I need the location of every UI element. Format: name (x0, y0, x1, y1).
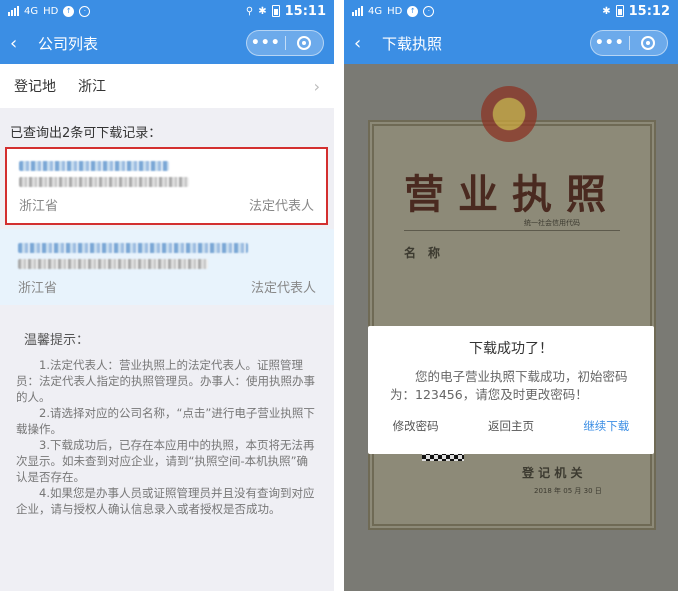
bluetooth-icon: ✱ (258, 5, 267, 17)
field-name-label: 名 称 (404, 246, 441, 260)
screen-company-list: 4G HD ↑ · ⚲ ✱ 15:11 ‹ 公司列表 ••• 登记地 浙江 › … (0, 0, 334, 591)
bluetooth-icon: ✱ (602, 5, 611, 17)
record-role: 法定代表人 (248, 199, 314, 214)
battery-icon (615, 5, 624, 17)
record-province: 浙江省 (19, 199, 59, 214)
result-count: 已查询出2条可下载记录： (10, 126, 162, 141)
nav-bar: ‹ 下载执照 ••• (344, 22, 678, 64)
region-selector[interactable]: 登记地 浙江 › (0, 64, 334, 108)
network-type: 4G (368, 5, 383, 17)
close-button[interactable] (630, 36, 668, 50)
status-time: 15:12 (628, 3, 670, 19)
nav-bar: ‹ 公司列表 ••• (0, 22, 334, 64)
company-record-1[interactable]: 浙江省 法定代表人 (5, 147, 328, 225)
location-icon: ⚲ (245, 5, 254, 17)
modal-overlay: 营业执照 统一社会信用代码 名 称 登 记 机 关 2018 年 05 月 30… (344, 64, 678, 591)
continue-download-button[interactable]: 继续下载 (583, 418, 629, 434)
more-options-icon[interactable]: ••• (247, 35, 285, 51)
tip-item: 3.下载成功后，已存在本应用中的执照，本页将无法再次显示。如未查到对应企业，请到… (16, 438, 315, 484)
back-icon[interactable]: ‹ (354, 33, 378, 54)
signal-icon (352, 6, 363, 16)
dialog-title: 下载成功了！ (469, 341, 553, 357)
record-role: 法定代表人 (250, 281, 316, 296)
credit-code-redacted (18, 259, 208, 269)
status-bar: 4G HD ↑ · ✱ 15:12 (344, 0, 678, 22)
registrar-label: 登 记 机 关 (522, 466, 583, 480)
credit-code-label: 统一社会信用代码 (524, 219, 580, 227)
hd-label: HD (387, 5, 403, 17)
page-title: 下载执照 (382, 34, 443, 53)
tip-item: 4.如果您是办事人员或证照管理员并且没有查询到对应企业，请与授权人确认信息录入或… (16, 486, 315, 516)
divider (404, 230, 620, 231)
close-button[interactable] (286, 36, 324, 50)
tip-item: 2.请选择对应的公司名称，“点击”进行电子营业执照下载操作。 (16, 406, 315, 436)
dialog-message: 您的电子营业执照下载成功，初始密码为：123456，请您及时更改密码！ (390, 369, 628, 402)
return-home-button[interactable]: 返回主页 (488, 418, 534, 434)
status-bar: 4G HD ↑ · ⚲ ✱ 15:11 (0, 0, 334, 22)
status-time: 15:11 (284, 3, 326, 19)
tips-title: 温馨提示： (24, 333, 90, 348)
license-certificate: 营业执照 统一社会信用代码 名 称 登 记 机 关 2018 年 05 月 30… (368, 120, 656, 530)
back-icon[interactable]: ‹ (10, 33, 34, 54)
battery-icon (271, 5, 280, 17)
tip-item: 1.法定代表人：营业执照上的法定代表人。证照管理员：法定代表人指定的执照管理员。… (16, 358, 315, 404)
network-type: 4G (24, 5, 39, 17)
company-record-2[interactable]: 浙江省 法定代表人 (0, 229, 334, 305)
tips-section: 温馨提示： 1.法定代表人：营业执照上的法定代表人。证照管理员：法定代表人指定的… (0, 305, 334, 517)
mini-program-capsule: ••• (246, 30, 324, 56)
national-emblem-icon (481, 86, 537, 142)
certificate-title: 营业执照 (404, 171, 620, 218)
close-circle-icon (297, 36, 312, 50)
dialog-actions: 修改密码 返回主页 继续下载 (368, 418, 654, 434)
page-title: 公司列表 (38, 34, 99, 53)
download-success-dialog: 下载成功了！ 您的电子营业执照下载成功，初始密码为：123456，请您及时更改密… (368, 326, 654, 454)
signal-icon (8, 6, 19, 16)
clock-icon: · (79, 5, 91, 17)
credit-code-redacted (19, 177, 189, 187)
change-password-button[interactable]: 修改密码 (393, 418, 439, 434)
hd-label: HD (43, 5, 59, 17)
region-value: 浙江 (78, 79, 106, 95)
mini-program-capsule: ••• (590, 30, 668, 56)
chevron-right-icon: › (313, 76, 320, 96)
upload-icon: ↑ (63, 5, 75, 17)
company-name-redacted (19, 161, 169, 171)
screen-download-license: 4G HD ↑ · ✱ 15:12 ‹ 下载执照 ••• 营业执照 统一社会信用… (344, 0, 678, 591)
issue-date: 2018 年 05 月 30 日 (534, 487, 602, 495)
upload-icon: ↑ (407, 5, 419, 17)
more-options-icon[interactable]: ••• (591, 35, 629, 51)
clock-icon: · (423, 5, 435, 17)
company-name-redacted (18, 243, 248, 253)
close-circle-icon (641, 36, 656, 50)
region-label: 登记地 (14, 79, 56, 95)
record-province: 浙江省 (18, 281, 58, 296)
